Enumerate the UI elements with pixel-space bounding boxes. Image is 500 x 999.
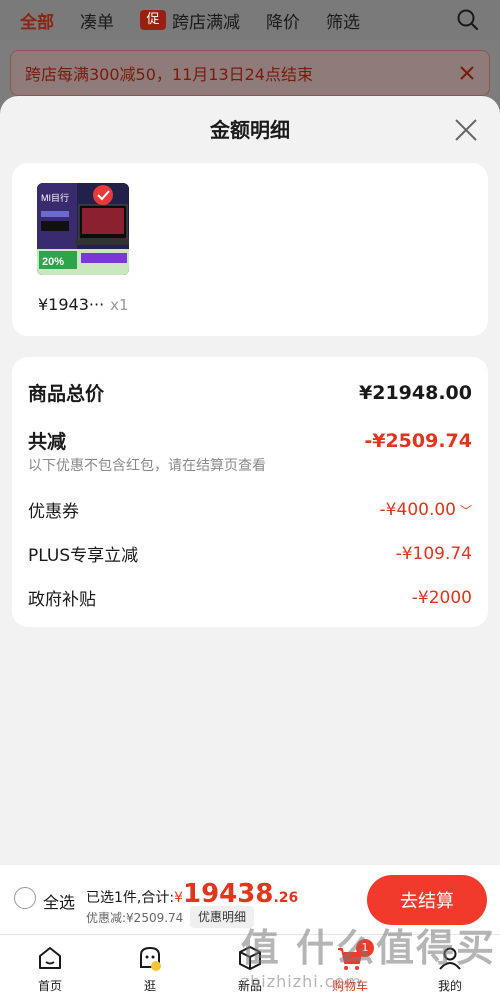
coupon-label: 优惠券 (28, 502, 79, 522)
reduce-value: -¥2509.74 (364, 429, 472, 452)
select-all-label[interactable]: 全选 (43, 889, 75, 913)
plus-value: -¥109.74 (395, 543, 472, 564)
home-icon (39, 947, 61, 969)
total-amount-integer: 19438 (183, 879, 274, 909)
promo-notice: 跨店每满300减50，11月13日24点结束 (10, 50, 490, 96)
product-quantity: x1 (110, 296, 129, 314)
tab-filter[interactable]: 筛选 (326, 8, 360, 33)
promo-notice-text: 跨店每满300减50，11月13日24点结束 (25, 65, 313, 84)
nav-label-home: 首页 (37, 979, 62, 993)
selected-total: 已选1件,合计:¥19438.26 (86, 879, 298, 909)
top-filter-bar: 全部 凑单 促 跨店满减 降价 筛选 (0, 0, 500, 40)
coupon-value-wrap: -¥400.00 ﹀ (380, 500, 472, 520)
svg-text:20%: 20% (42, 256, 64, 268)
product-thumbnail[interactable]: MI目行 20% (37, 183, 129, 275)
summary-row-coupon[interactable]: 优惠券 -¥400.00 ﹀ (28, 497, 472, 523)
promo-tag: 促 (140, 10, 166, 30)
discount-note: 以下优惠不包含红包，请在结算页查看 (28, 458, 266, 474)
tab-bundle[interactable]: 凑单 (80, 8, 114, 33)
product-price-value: ¥1943··· (38, 295, 105, 314)
total-value: ¥21948.00 (359, 381, 472, 404)
nav-label-browse: 逛 (143, 979, 156, 993)
svg-text:MI目行: MI目行 (41, 192, 69, 203)
sheet-title: 金额明细 (210, 118, 290, 142)
watermark-domain: zhizhizhi.com (240, 972, 362, 991)
selected-count-text: 已选1件,合计: (86, 890, 175, 906)
summary-row-total: 商品总价 ¥21948.00 (28, 379, 472, 406)
total-currency: ¥ (174, 890, 183, 906)
site-watermark: 值 什么值得买 zhizhizhi.com (241, 917, 496, 991)
select-all-checkbox[interactable] (14, 887, 36, 909)
total-amount-decimal: .26 (273, 890, 299, 906)
tab-cross-store[interactable]: 促 跨店满减 (140, 8, 240, 33)
close-icon[interactable] (459, 65, 475, 81)
close-icon[interactable] (454, 118, 478, 142)
summary-row-subsidy: 政府补贴 -¥2000 (28, 585, 472, 611)
browse-icon (140, 946, 161, 971)
summary-row-plus: PLUS专享立减 -¥109.74 (28, 541, 472, 567)
nav-item-browse[interactable]: 逛 (100, 935, 200, 999)
total-label: 商品总价 (28, 383, 105, 405)
discount-summary: 优惠减:¥2509.74 (86, 911, 184, 925)
watermark-logo-text: 值 什么值得买 (240, 926, 496, 970)
chevron-down-icon[interactable]: ﹀ (460, 502, 472, 519)
nav-item-home[interactable]: 首页 (0, 935, 100, 999)
plus-label: PLUS专享立减 (28, 546, 139, 566)
reduce-label: 共减 (28, 431, 67, 453)
summary-row-reduce: 共减 -¥2509.74 (28, 427, 472, 454)
subsidy-value: -¥2000 (411, 587, 472, 608)
tab-price-drop[interactable]: 降价 (266, 8, 300, 33)
search-icon[interactable] (456, 8, 480, 32)
subsidy-label: 政府补贴 (28, 590, 96, 610)
product-price: ¥1943··· x1 (38, 295, 129, 314)
tab-all[interactable]: 全部 (20, 8, 54, 33)
coupon-value: -¥400.00 (379, 499, 456, 520)
price-summary-card: 商品总价 ¥21948.00 共减 -¥2509.74 以下优惠不包含红包，请在… (12, 357, 488, 627)
tab-cross-store-label: 跨店满减 (172, 12, 240, 33)
product-card: MI目行 20% ¥1943··· x1 (12, 163, 488, 336)
